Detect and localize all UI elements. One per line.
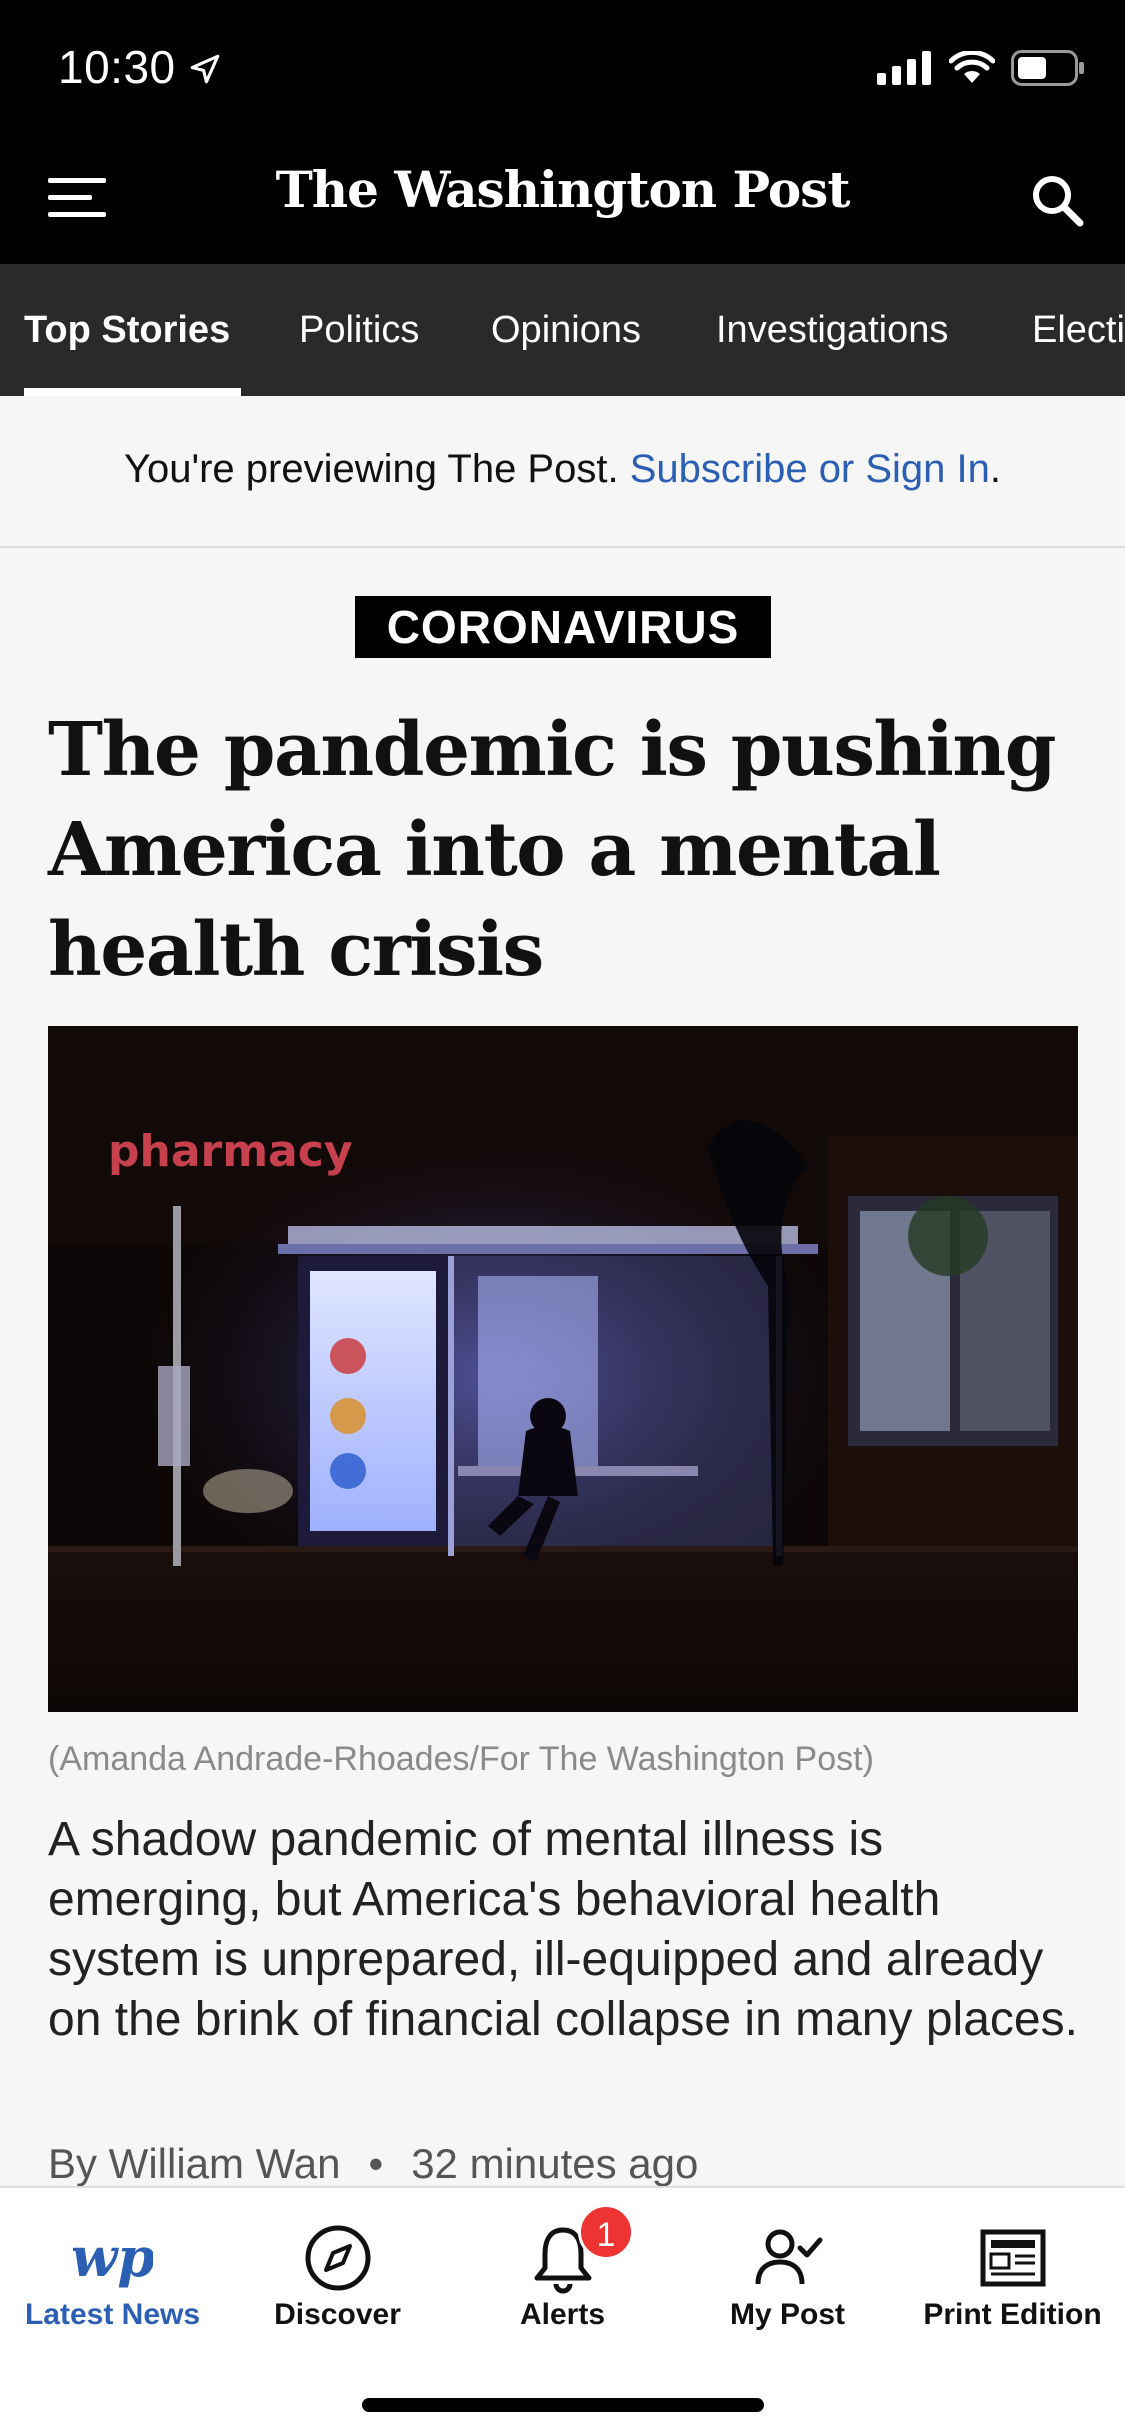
wp-logo-icon: wp — [73, 2225, 153, 2289]
timestamp: 32 minutes ago — [411, 2140, 699, 2187]
photo-caption: (Amanda Andrade-Rhoades/For The Washingt… — [48, 1740, 874, 1778]
nav-alerts[interactable]: 1 Alerts — [450, 2188, 675, 2378]
nav-discover-label: Discover — [274, 2298, 401, 2331]
newspaper-icon — [980, 2229, 1045, 2287]
home-indicator — [362, 2398, 764, 2412]
nav-my-post[interactable]: My Post — [675, 2188, 900, 2378]
tab-elections[interactable]: Electi — [1032, 264, 1125, 396]
section-tabs: Top Stories Politics Opinions Investigat… — [0, 264, 1125, 396]
masthead-logo[interactable]: The Washington Post — [0, 160, 1125, 219]
tab-investigations[interactable]: Investigations — [716, 264, 948, 396]
wifi-icon — [949, 51, 995, 83]
byline-separator: • — [368, 2140, 384, 2187]
status-time: 10:30 — [58, 41, 176, 93]
nav-alerts-label: Alerts — [519, 2298, 606, 2331]
preview-banner: You're previewing The Post. Subscribe or… — [0, 396, 1125, 548]
person-check-icon — [755, 2229, 822, 2285]
svg-text:wp: wp — [73, 2225, 153, 2289]
app-header: The Washington Post — [0, 132, 1125, 264]
compass-icon — [305, 2225, 370, 2291]
nav-print-edition[interactable]: Print Edition — [900, 2188, 1125, 2378]
signal-icon — [877, 51, 931, 85]
author[interactable]: By William Wan — [48, 2140, 340, 2187]
preview-period: . — [989, 447, 1002, 491]
nav-discover[interactable]: Discover — [225, 2188, 450, 2378]
nav-latest-news[interactable]: wp Latest News — [0, 2188, 225, 2378]
location-arrow-icon — [190, 54, 220, 84]
article-photo[interactable]: pharmacy — [48, 1026, 1078, 1712]
nav-latest-news-label: Latest News — [24, 2298, 201, 2331]
byline: By William Wan • 32 minutes ago — [48, 2140, 698, 2188]
alerts-badge: 1 — [578, 2204, 634, 2260]
section-kicker[interactable]: CORONAVIRUS — [355, 596, 771, 658]
photo-pharmacy-sign: pharmacy — [108, 1126, 353, 1177]
article-summary[interactable]: A shadow pandemic of mental illness is e… — [48, 1810, 1078, 2050]
status-bar: 10:30 — [0, 0, 1125, 132]
subscribe-sign-in-link[interactable]: Subscribe or Sign In — [630, 447, 990, 491]
active-tab-indicator — [24, 388, 241, 396]
battery-icon — [1011, 50, 1084, 86]
tab-politics[interactable]: Politics — [299, 264, 419, 396]
search-icon[interactable] — [1029, 172, 1085, 228]
article-headline[interactable]: The pandemic is pushing America into a m… — [48, 700, 1078, 1000]
bus-shelter-photo: pharmacy — [48, 1026, 1078, 1712]
nav-print-edition-label: Print Edition — [923, 2298, 1102, 2331]
tab-top-stories[interactable]: Top Stories — [24, 264, 230, 396]
preview-text: You're previewing The Post. — [123, 447, 630, 491]
tab-opinions[interactable]: Opinions — [491, 264, 641, 396]
bottom-navigation: wp Latest News Discover 1 Alerts My Post — [0, 2186, 1125, 2436]
nav-my-post-label: My Post — [729, 2298, 846, 2331]
